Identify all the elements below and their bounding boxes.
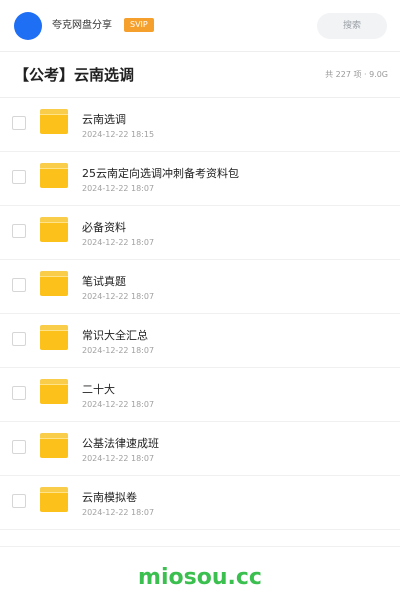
file-name: 云南选调 — [82, 113, 126, 126]
folder-icon — [40, 109, 68, 134]
file-name: 笔试真题 — [82, 275, 126, 288]
folder-icon — [40, 217, 68, 242]
list-item[interactable]: 公基法律速成班 2024-12-22 18:07 — [0, 422, 400, 476]
file-date: 2024-12-22 18:07 — [82, 238, 155, 247]
row-checkbox[interactable] — [12, 494, 26, 508]
folder-icon — [40, 271, 68, 296]
folder-icon — [40, 325, 68, 350]
file-date: 2024-12-22 18:07 — [82, 400, 155, 409]
folder-title-bar: 【公考】云南选调 共 227 项 · 9.0G — [0, 52, 400, 98]
file-date: 2024-12-22 18:15 — [82, 130, 155, 139]
row-checkbox[interactable] — [12, 116, 26, 130]
file-name: 公基法律速成班 — [82, 437, 159, 450]
file-date: 2024-12-22 18:07 — [82, 454, 155, 463]
row-checkbox[interactable] — [12, 224, 26, 238]
search-button[interactable]: 搜索 — [317, 13, 387, 39]
folder-icon — [40, 379, 68, 404]
row-checkbox[interactable] — [12, 440, 26, 454]
file-date: 2024-12-22 18:07 — [82, 184, 155, 193]
list-item[interactable]: 笔试真题 2024-12-22 18:07 — [0, 260, 400, 314]
list-item[interactable]: 必备资料 2024-12-22 18:07 — [0, 206, 400, 260]
avatar[interactable] — [14, 12, 42, 40]
divider — [0, 546, 400, 547]
folder-icon — [40, 433, 68, 458]
top-bar: 夸克网盘分享 SVIP 搜索 — [0, 0, 400, 52]
list-item[interactable]: 25云南定向选调冲刺备考资料包 2024-12-22 18:07 — [0, 152, 400, 206]
watermark: miosou.cc — [138, 565, 262, 590]
share-owner-name: 夸克网盘分享 — [52, 20, 112, 31]
file-date: 2024-12-22 18:07 — [82, 346, 155, 355]
svip-badge: SVIP — [124, 18, 154, 32]
row-checkbox[interactable] — [12, 170, 26, 184]
file-name: 必备资料 — [82, 221, 126, 234]
page-title: 【公考】云南选调 — [14, 66, 135, 84]
file-name: 云南模拟卷 — [82, 491, 137, 504]
list-item[interactable]: 常识大全汇总 2024-12-22 18:07 — [0, 314, 400, 368]
file-date: 2024-12-22 18:07 — [82, 292, 155, 301]
file-list: 云南选调 2024-12-22 18:15 25云南定向选调冲刺备考资料包 2024-… — [0, 98, 400, 530]
row-checkbox[interactable] — [12, 332, 26, 346]
file-date: 2024-12-22 18:07 — [82, 508, 155, 517]
list-item[interactable]: 云南模拟卷 2024-12-22 18:07 — [0, 476, 400, 530]
list-item[interactable]: 二十大 2024-12-22 18:07 — [0, 368, 400, 422]
folder-icon — [40, 163, 68, 188]
folder-meta: 共 227 项 · 9.0G — [325, 70, 388, 79]
file-name: 二十大 — [82, 383, 115, 396]
row-checkbox[interactable] — [12, 386, 26, 400]
file-name: 常识大全汇总 — [82, 329, 148, 342]
list-item[interactable]: 云南选调 2024-12-22 18:15 — [0, 98, 400, 152]
file-name: 25云南定向选调冲刺备考资料包 — [82, 167, 239, 180]
row-checkbox[interactable] — [12, 278, 26, 292]
folder-icon — [40, 487, 68, 512]
